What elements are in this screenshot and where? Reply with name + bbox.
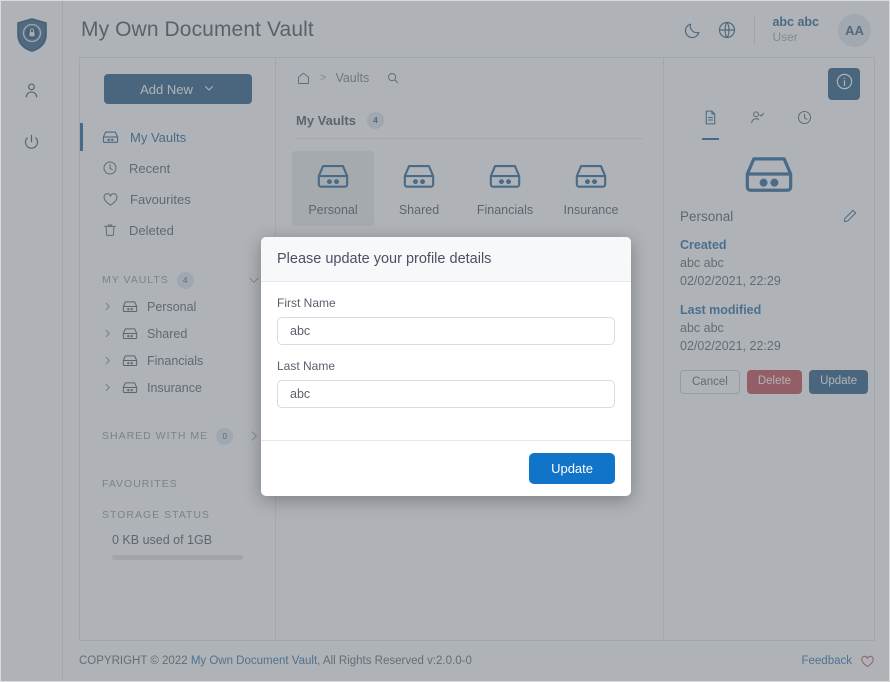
first-name-input[interactable] bbox=[277, 317, 615, 345]
modal-footer: Update bbox=[261, 440, 631, 496]
modal-update-button[interactable]: Update bbox=[529, 453, 615, 484]
first-name-group: First Name bbox=[277, 296, 615, 345]
last-name-input[interactable] bbox=[277, 380, 615, 408]
last-name-group: Last Name bbox=[277, 359, 615, 408]
profile-update-modal: Please update your profile details First… bbox=[261, 237, 631, 496]
first-name-label: First Name bbox=[277, 296, 336, 310]
modal-body: First Name Last Name bbox=[261, 282, 631, 440]
last-name-label: Last Name bbox=[277, 359, 336, 373]
app-window: My Own Document Vault abc abc User AA bbox=[0, 0, 890, 682]
modal-title: Please update your profile details bbox=[261, 237, 631, 282]
